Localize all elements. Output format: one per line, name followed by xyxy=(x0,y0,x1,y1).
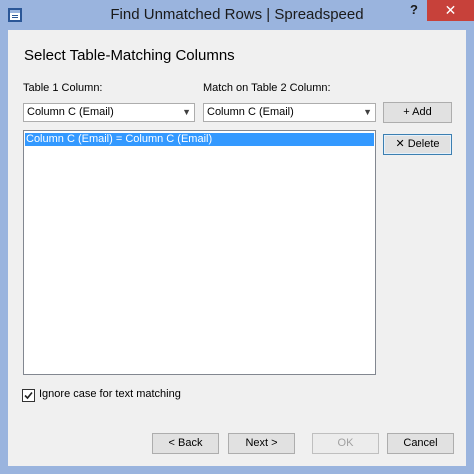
next-button[interactable]: Next > xyxy=(228,433,295,454)
chevron-down-icon: ▼ xyxy=(363,107,372,117)
close-button[interactable]: ✕ xyxy=(427,0,474,21)
matched-columns-list[interactable]: Column C (Email) = Column C (Email) xyxy=(23,130,376,375)
ignore-case-label[interactable]: Ignore case for text matching xyxy=(39,388,181,400)
chevron-down-icon: ▼ xyxy=(182,107,191,117)
title-bar[interactable]: Find Unmatched Rows | Spreadspeed ? ✕ xyxy=(0,0,474,30)
add-button[interactable]: + Add xyxy=(383,102,452,123)
table2-column-label: Match on Table 2 Column: xyxy=(203,82,331,94)
dialog-window: Find Unmatched Rows | Spreadspeed ? ✕ Se… xyxy=(0,0,474,474)
page-title: Select Table-Matching Columns xyxy=(24,47,235,64)
help-button[interactable]: ? xyxy=(400,0,428,21)
delete-button[interactable]: ✕ Delete xyxy=(383,134,452,155)
table1-column-value: Column C (Email) xyxy=(27,106,114,118)
ok-button[interactable]: OK xyxy=(312,433,379,454)
list-item[interactable]: Column C (Email) = Column C (Email) xyxy=(25,133,374,146)
dialog-body: Select Table-Matching Columns Table 1 Co… xyxy=(8,30,466,466)
ignore-case-checkbox[interactable] xyxy=(22,389,35,402)
table1-column-label: Table 1 Column: xyxy=(23,82,103,94)
table1-column-dropdown[interactable]: Column C (Email) ▼ xyxy=(23,103,195,122)
cancel-button[interactable]: Cancel xyxy=(387,433,454,454)
checkmark-icon xyxy=(24,391,33,400)
back-button[interactable]: < Back xyxy=(152,433,219,454)
table2-column-dropdown[interactable]: Column C (Email) ▼ xyxy=(203,103,376,122)
table2-column-value: Column C (Email) xyxy=(207,106,294,118)
